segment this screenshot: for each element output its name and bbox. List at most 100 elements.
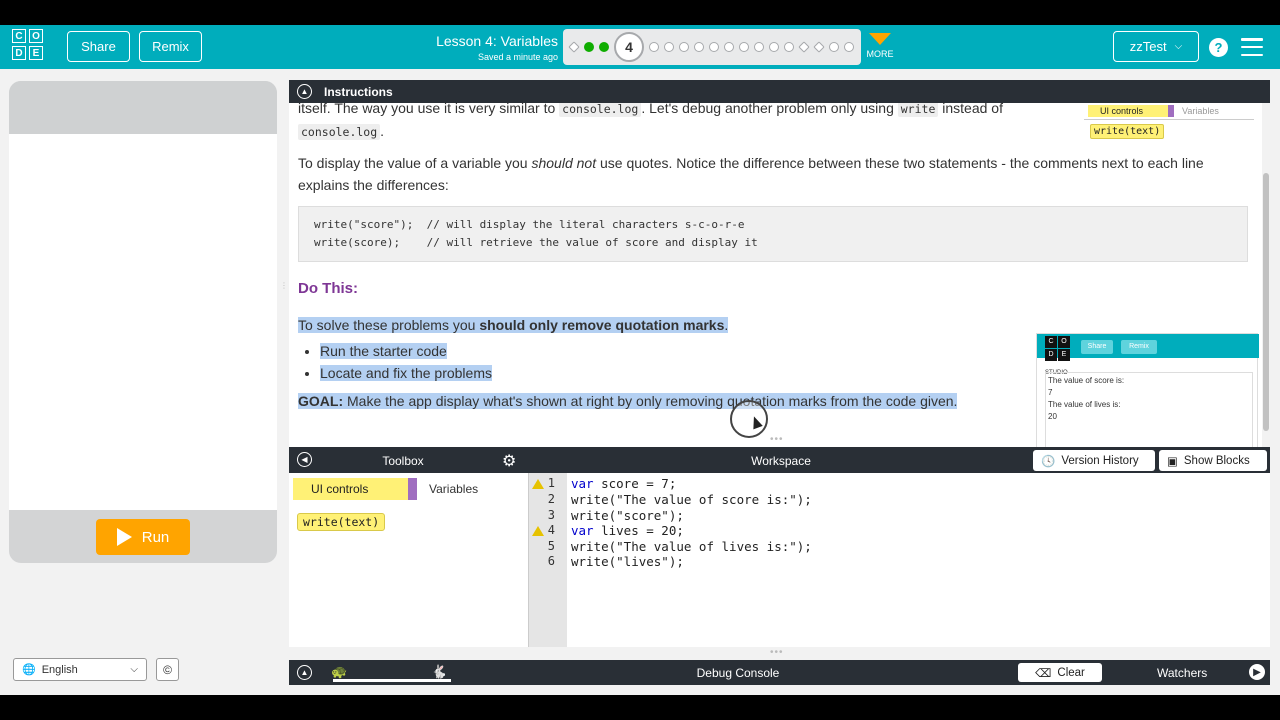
level-dot[interactable]: [754, 42, 764, 52]
thumb-header: C O D E Share Remix: [1037, 334, 1259, 361]
level-dot-concept[interactable]: [813, 41, 825, 53]
text: .: [724, 317, 729, 333]
hamburger-menu-icon[interactable]: [1241, 38, 1263, 56]
level-dot[interactable]: [649, 42, 659, 52]
user-menu-button[interactable]: zzTest ⌵: [1113, 31, 1199, 62]
app-screen[interactable]: [9, 134, 277, 510]
level-dot[interactable]: [739, 42, 749, 52]
text: itself. The way you use it is very simil…: [298, 103, 560, 116]
level-dot[interactable]: [709, 42, 719, 52]
saved-status: Saved a minute ago: [477, 52, 558, 62]
mini-remix: Remix: [1121, 340, 1157, 354]
mini-app-screen: The value of score is: 7 The value of li…: [1045, 372, 1253, 456]
language-select[interactable]: 🌐 English ⌵: [13, 658, 147, 681]
code-studio-logo[interactable]: C O D E: [12, 29, 60, 60]
level-dot[interactable]: [844, 42, 854, 52]
level-dot[interactable]: [694, 42, 704, 52]
category-ui-controls[interactable]: UI controls: [293, 478, 408, 500]
current-level-bubble[interactable]: 4: [614, 32, 644, 62]
run-button[interactable]: Run: [96, 519, 190, 555]
level-dot-complete[interactable]: [584, 42, 594, 52]
remix-button[interactable]: Remix: [139, 31, 202, 62]
show-blocks-button[interactable]: ▣ Show Blocks: [1159, 450, 1267, 471]
app-screen-header: [9, 81, 277, 134]
user-name: zzTest: [1129, 39, 1167, 54]
bold-text: should only remove quotation marks: [479, 317, 725, 333]
inline-code: console.log: [559, 103, 642, 117]
category-variables-color[interactable]: [408, 478, 417, 500]
top-header: C O D E Share Remix Lesson 4: Variables …: [0, 25, 1280, 69]
divider: [1084, 119, 1254, 120]
more-levels-button[interactable]: MORE: [866, 33, 894, 59]
rabbit-fast-icon: 🐇: [431, 664, 448, 679]
collapse-up-icon[interactable]: ▲: [297, 84, 312, 99]
resize-grip-horizontal[interactable]: •••: [770, 647, 784, 658]
code-line[interactable]: write("The value of lives is:");: [571, 539, 812, 554]
level-dot-concept[interactable]: [798, 41, 810, 53]
copyright-button[interactable]: ©: [156, 658, 179, 681]
toolbox-header: ◀ Toolbox ⚙: [289, 447, 529, 473]
code-line[interactable]: write("score");: [571, 508, 684, 523]
code-line[interactable]: var score = 7;: [571, 476, 676, 491]
level-dot[interactable]: [769, 42, 779, 52]
code-line[interactable]: write("The value of score is:");: [571, 492, 812, 507]
text: instead of: [938, 103, 1003, 116]
scrollbar-thumb[interactable]: [1263, 173, 1269, 431]
expand-up-icon[interactable]: ▲: [297, 665, 312, 680]
category-variables[interactable]: Variables: [429, 478, 478, 500]
line-number: 1: [547, 476, 555, 490]
logo-spacer: [46, 46, 60, 60]
turtle-slow-icon: 🐢: [331, 664, 348, 679]
language-value: English: [41, 663, 78, 676]
instructions-header[interactable]: ▲ Instructions: [289, 80, 1270, 103]
clear-label: Clear: [1057, 666, 1085, 679]
line-number: 2: [547, 492, 555, 506]
watchers-label[interactable]: Watchers: [1157, 666, 1207, 680]
level-dot[interactable]: [724, 42, 734, 52]
code-line[interactable]: var lives = 20;: [571, 523, 684, 538]
lesson-title[interactable]: Lesson 4: Variables: [380, 33, 558, 49]
version-history-label: Version History: [1061, 454, 1139, 467]
chevron-down-icon: ⌵: [130, 664, 138, 675]
level-dot-concept[interactable]: [568, 41, 580, 53]
logo-spacer: [46, 29, 60, 43]
thumb-block: write(text): [1090, 124, 1165, 139]
thumb-cat-var: Variables: [1182, 106, 1219, 116]
level-dot[interactable]: [664, 42, 674, 52]
help-icon[interactable]: ?: [1209, 38, 1228, 57]
chevron-right-icon[interactable]: ▶: [1249, 664, 1265, 680]
gear-icon[interactable]: ⚙: [502, 451, 516, 471]
thumb-cat-bar: [1168, 105, 1174, 117]
line-number: 4: [547, 523, 555, 537]
version-history-button[interactable]: 🕓 Version History: [1033, 450, 1155, 471]
code-example-block: write("score"); // will display the lite…: [298, 206, 1248, 262]
share-button[interactable]: Share: [67, 31, 130, 62]
level-dot-complete[interactable]: [599, 42, 609, 52]
text: To display the value of a variable you: [298, 155, 532, 171]
logo-letter-c: C: [12, 29, 26, 43]
toolbox-title: Toolbox: [382, 454, 424, 468]
mini-share: Share: [1081, 340, 1113, 354]
code-editor[interactable]: var score = 7; write("The value of score…: [567, 473, 1270, 647]
level-dot[interactable]: [679, 42, 689, 52]
level-dot[interactable]: [829, 42, 839, 52]
run-label: Run: [141, 528, 170, 546]
clear-button[interactable]: ⌫ Clear: [1018, 663, 1102, 682]
write-block[interactable]: write(text): [297, 513, 386, 531]
code-line[interactable]: write("lives");: [571, 554, 684, 569]
instructions-paragraph: To display the value of a variable you s…: [298, 152, 1248, 196]
resize-grip-horizontal[interactable]: •••: [770, 434, 784, 445]
inline-code: console.log: [298, 124, 381, 140]
clock-icon: 🕓: [1041, 455, 1056, 468]
text: To solve these problems you: [298, 317, 480, 333]
chevron-down-icon: ⌵: [1174, 41, 1183, 52]
resize-grip-vertical[interactable]: ⋮: [280, 282, 288, 290]
line-number: 3: [547, 508, 555, 522]
instructions-panel: itself. The way you use it is very simil…: [289, 103, 1270, 456]
more-arrow-icon: [869, 33, 891, 45]
line-number: 5: [547, 539, 555, 553]
instructions-scrollbar[interactable]: [1262, 103, 1270, 456]
expected-output-thumbnail: C O D E Share Remix STUDIO The value of …: [1036, 333, 1259, 456]
blocks-icon: ▣: [1167, 455, 1178, 468]
level-dot[interactable]: [784, 42, 794, 52]
